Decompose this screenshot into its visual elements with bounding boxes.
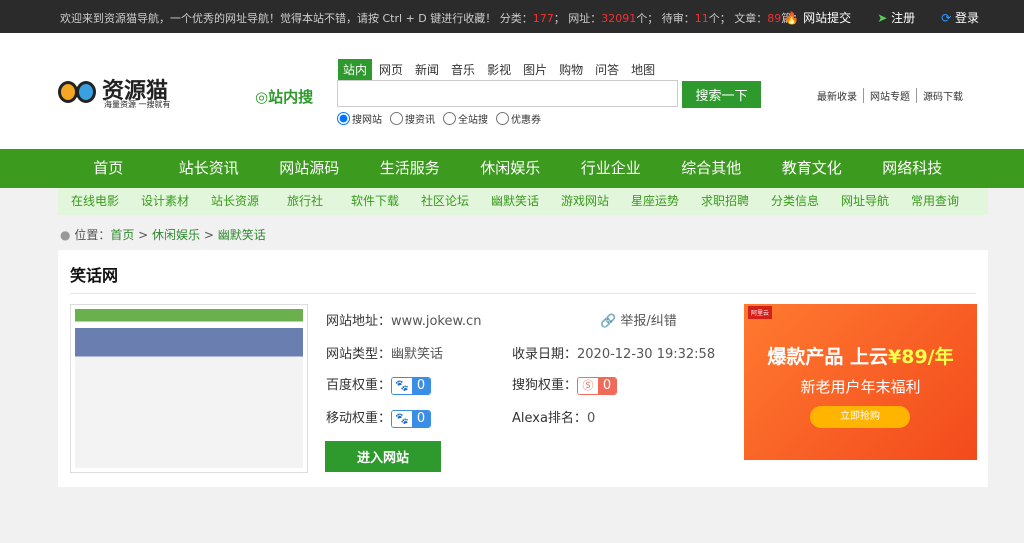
report-link[interactable]: 🔗 举报/纠错 (600, 310, 677, 329)
radio-search-all[interactable]: 全站搜 (443, 111, 488, 126)
subnav-item[interactable]: 旅行社 (270, 188, 340, 215)
fire-icon: 🔥 (784, 11, 800, 25)
site-title: 笑话网 (70, 266, 119, 285)
subnav-item[interactable]: 软件下载 (340, 188, 410, 215)
header: 资源猫 海量资源 一搜就有 ◎站内搜 站内 网页 新闻 音乐 影视 图片 购物 … (0, 33, 1024, 149)
subnav-item[interactable]: 设计素材 (130, 188, 200, 215)
breadcrumb: ● 位置：首页 > 休闲娱乐 > 幽默笑话 (60, 228, 266, 242)
logo[interactable]: 资源猫 海量资源 一搜就有 (58, 71, 171, 109)
paw-icon: 🐾 (392, 410, 413, 427)
site-detail-card: 笑话网 网站地址：www.jokew.cn 🔗 举报/纠错 网站类型：幽默笑话 … (58, 250, 988, 487)
search-tabs: 站内 网页 新闻 音乐 影视 图片 购物 问答 地图 (338, 59, 660, 80)
baidu-rank-badge: 🐾 0 (391, 376, 432, 395)
register-link[interactable]: ➤ 注册 (877, 9, 915, 26)
sogou-rank-badge: Ⓢ 0 (577, 376, 618, 395)
nav-item[interactable]: 综合其他 (661, 149, 762, 188)
crumb-subcategory[interactable]: 幽默笑话 (218, 228, 266, 242)
sub-nav: 在线电影 设计素材 站长资源 旅行社 软件下载 社区论坛 幽默笑话 游戏网站 星… (58, 188, 988, 215)
paw-icon: 🐾 (392, 377, 413, 394)
nav-item[interactable]: 首页 (58, 149, 159, 188)
submit-site-link[interactable]: 🔥 网站提交 (784, 9, 851, 26)
radio-search-site[interactable]: 搜网站 (337, 111, 382, 126)
sogou-icon: Ⓢ (578, 377, 599, 394)
latest-link[interactable]: 最新收录 (811, 88, 863, 103)
divider (70, 293, 976, 294)
nav-item[interactable]: 行业企业 (561, 149, 662, 188)
topics-link[interactable]: 网站专题 (863, 88, 916, 103)
nav-item[interactable]: 网络科技 (862, 149, 963, 188)
login-icon: ⟳ (941, 11, 952, 25)
nav-item[interactable]: 教育文化 (762, 149, 863, 188)
subnav-item[interactable]: 社区论坛 (410, 188, 480, 215)
subnav-item[interactable]: 在线电影 (60, 188, 130, 215)
cat-logo-icon (58, 71, 98, 107)
site-search-brand: ◎站内搜 (255, 88, 314, 106)
nav-item[interactable]: 网站源码 (259, 149, 360, 188)
location-pin-icon: ● (60, 228, 71, 242)
ad-banner[interactable]: 阿里云 爆款产品 上云¥89/年 新老用户年末福利 立即抢购 (744, 304, 977, 460)
site-screenshot[interactable] (70, 304, 308, 473)
radio-search-coupon[interactable]: 优惠券 (496, 111, 541, 126)
nav-item[interactable]: 生活服务 (360, 149, 461, 188)
crumb-home[interactable]: 首页 (110, 228, 134, 242)
subnav-item[interactable]: 幽默笑话 (480, 188, 550, 215)
link-icon: 🔗 (600, 314, 617, 329)
main-nav: 首页 站长资讯 网站源码 生活服务 休闲娱乐 行业企业 综合其他 教育文化 网络… (0, 149, 1024, 188)
search-tab[interactable]: 音乐 (446, 59, 480, 80)
radio-search-news[interactable]: 搜资讯 (390, 111, 435, 126)
search-tab[interactable]: 网页 (374, 59, 408, 80)
nav-item[interactable]: 站长资讯 (159, 149, 260, 188)
search-tab[interactable]: 图片 (518, 59, 552, 80)
ad-buy-button[interactable]: 立即抢购 (810, 406, 910, 428)
paper-plane-icon: ➤ (877, 11, 888, 25)
search-button[interactable]: 搜索一下 (682, 81, 761, 108)
search-tab[interactable]: 影视 (482, 59, 516, 80)
search-tab[interactable]: 地图 (626, 59, 660, 80)
subnav-item[interactable]: 常用查询 (900, 188, 970, 215)
search-tab[interactable]: 新闻 (410, 59, 444, 80)
site-url[interactable]: www.jokew.cn (391, 314, 481, 329)
subnav-item[interactable]: 游戏网站 (550, 188, 620, 215)
visit-site-button[interactable]: 进入网站 (325, 441, 441, 472)
source-download-link[interactable]: 源码下载 (916, 88, 969, 103)
subnav-item[interactable]: 分类信息 (760, 188, 830, 215)
subnav-item[interactable]: 星座运势 (620, 188, 690, 215)
top-bar: 欢迎来到资源猫导航，一个优秀的网址导航！觉得本站不错，请按 Ctrl + D 键… (0, 0, 1024, 33)
nav-item[interactable]: 休闲娱乐 (460, 149, 561, 188)
subnav-item[interactable]: 网址导航 (830, 188, 900, 215)
search-tab[interactable]: 问答 (590, 59, 624, 80)
welcome-message: 欢迎来到资源猫导航，一个优秀的网址导航！觉得本站不错，请按 Ctrl + D 键… (60, 12, 804, 25)
crumb-category[interactable]: 休闲娱乐 (152, 228, 200, 242)
login-link[interactable]: ⟳ 登录 (941, 9, 979, 26)
mobile-rank-badge: 🐾 0 (391, 409, 432, 428)
subnav-item[interactable]: 站长资源 (200, 188, 270, 215)
search-tab[interactable]: 站内 (338, 59, 373, 80)
search-input[interactable] (337, 80, 678, 107)
search-tab[interactable]: 购物 (554, 59, 588, 80)
subnav-item[interactable]: 求职招聘 (690, 188, 760, 215)
